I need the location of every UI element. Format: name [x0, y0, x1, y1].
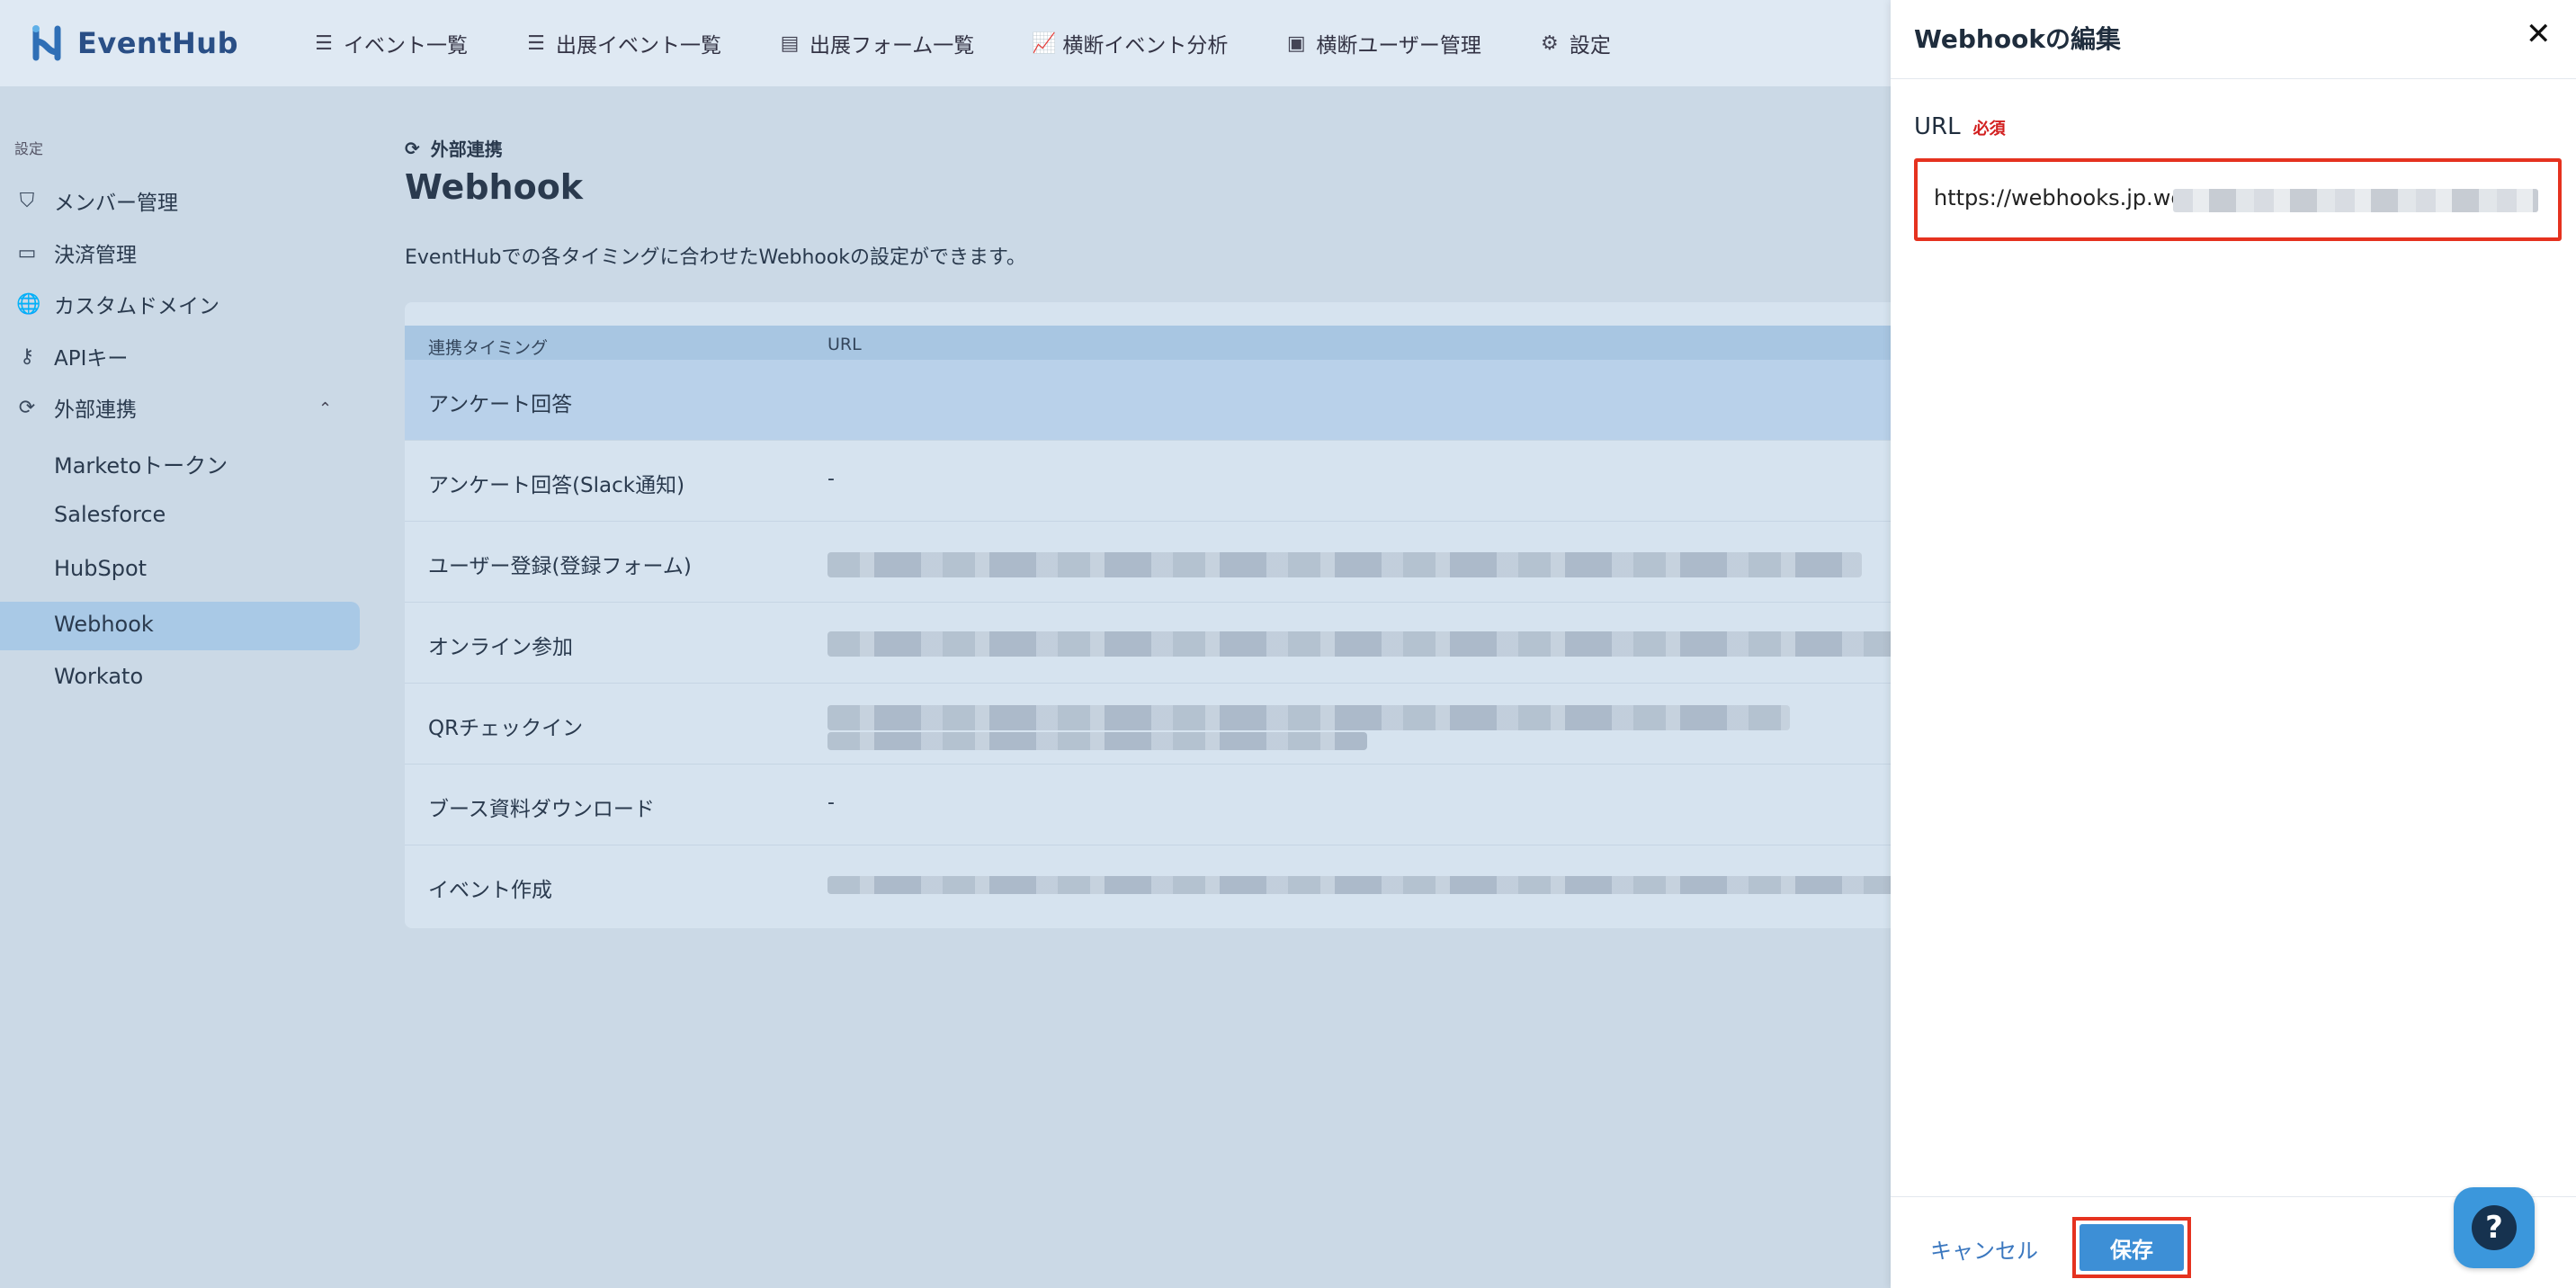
nav-label: 出展フォーム一覧 [809, 34, 975, 58]
redacted-url [827, 732, 1367, 750]
sidebar-item-custom-domain[interactable]: 🌐 カスタムドメイン [16, 289, 219, 319]
save-button[interactable]: 保存 [2080, 1224, 2184, 1271]
redacted-url [827, 705, 1790, 730]
nav-cross-event-analysis[interactable]: 📈 横断イベント分析 [1032, 28, 1228, 58]
question-icon: ? [2472, 1205, 2517, 1250]
globe-icon: 🌐 [16, 292, 41, 316]
nav-event-list[interactable]: ☰ イベント一覧 [313, 28, 468, 58]
column-header-timing: 連携タイミング [428, 338, 549, 358]
column-header-url: URL [827, 335, 862, 354]
url-input-value[interactable]: https://webhooks.jp.wc [1934, 185, 2183, 210]
page-description: EventHubでの各タイミングに合わせたWebhookの設定ができます。 [405, 246, 1026, 269]
url-label-text: URL [1914, 113, 1961, 140]
url-input-field[interactable]: https://webhooks.jp.wc [1914, 158, 2562, 241]
timing-cell: オンライン参加 [428, 636, 573, 659]
help-button[interactable]: ? [2454, 1187, 2535, 1268]
sidebar-item-members[interactable]: ⛉ メンバー管理 [16, 185, 178, 216]
drawer-header: Webhookの編集 ✕ [1891, 0, 2576, 79]
webhook-table: 連携タイミング URL アンケート回答 アンケート回答(Slack通知) - ユ… [405, 302, 1898, 928]
breadcrumb: ⟳ 外部連携 [405, 135, 503, 161]
gear-icon: ⚙ [1540, 31, 1559, 55]
timing-cell: アンケート回答(Slack通知) [428, 474, 685, 497]
chart-icon: 📈 [1032, 31, 1057, 55]
id-card-icon: ▣ [1286, 31, 1306, 55]
sidebar-item-label: 外部連携 [54, 398, 137, 422]
eventhub-logo-icon [32, 25, 61, 61]
table-row[interactable]: イベント作成 [405, 845, 1898, 926]
timing-cell: ユーザー登録(登録フォーム) [428, 555, 692, 578]
timing-cell: アンケート回答 [428, 393, 573, 416]
cancel-button[interactable]: キャンセル [1930, 1233, 2038, 1265]
sidebar-caption: 設定 [14, 140, 44, 157]
nav-exhibit-form-list[interactable]: ▤ 出展フォーム一覧 [779, 28, 975, 58]
key-icon: ⚷ [19, 344, 35, 368]
redacted-url [827, 876, 1898, 894]
app-name: EventHub [77, 26, 238, 60]
sidebar-subitem-salesforce[interactable]: Salesforce [54, 502, 165, 527]
sync-icon: ⟳ [405, 137, 420, 159]
sidebar-subitem-hubspot[interactable]: HubSpot [54, 556, 147, 581]
url-cell: - [827, 468, 835, 490]
eventhub-logo[interactable]: EventHub [27, 14, 238, 72]
required-badge: 必須 [1972, 120, 2006, 139]
table-row[interactable]: アンケート回答 [405, 360, 1898, 441]
table-row[interactable]: アンケート回答(Slack通知) - [405, 441, 1898, 522]
nav-exhibit-event-list[interactable]: ☰ 出展イベント一覧 [525, 28, 721, 58]
main-nav: ☰ イベント一覧 ☰ 出展イベント一覧 ▤ 出展フォーム一覧 📈 横断イベント分… [313, 0, 1668, 86]
table-row[interactable]: オンライン参加 [405, 603, 1898, 684]
sidebar-item-api-key[interactable]: ⚷ APIキー [16, 341, 128, 371]
nav-cross-user-management[interactable]: ▣ 横断ユーザー管理 [1285, 28, 1481, 58]
timing-cell: QRチェックイン [428, 717, 584, 740]
redacted-url [827, 552, 1862, 577]
save-button-highlight: 保存 [2072, 1217, 2191, 1278]
sidebar-subitem-webhook[interactable]: Webhook [54, 612, 154, 637]
sync-icon: ⟳ [18, 396, 36, 419]
nav-label: 横断イベント分析 [1062, 34, 1229, 58]
timing-cell: ブース資料ダウンロード [428, 798, 655, 821]
webhook-edit-drawer: Webhookの編集 ✕ URL 必須 https://webhooks.jp.… [1891, 0, 2576, 1288]
sidebar-item-label: カスタムドメイン [54, 295, 219, 318]
chevron-up-icon[interactable]: ⌃ [318, 399, 332, 418]
url-field-label: URL 必須 [1914, 113, 2006, 140]
list-icon: ☰ [315, 31, 333, 55]
shield-icon: ⛉ [19, 189, 35, 212]
timing-cell: イベント作成 [428, 879, 552, 902]
table-row[interactable]: QRチェックイン [405, 684, 1898, 765]
close-icon[interactable]: ✕ [2526, 16, 2552, 52]
breadcrumb-label: 外部連携 [430, 139, 503, 160]
sidebar-item-label: APIキー [54, 347, 129, 371]
sidebar-subitem-marketo[interactable]: Marketoトークン [54, 448, 228, 479]
redacted-url [827, 631, 1898, 657]
sidebar-item-payment[interactable]: ▭ 決済管理 [16, 237, 137, 268]
nav-settings[interactable]: ⚙ 設定 [1539, 28, 1611, 58]
nav-label: 設定 [1569, 34, 1611, 58]
nav-label: 出展イベント一覧 [556, 34, 721, 58]
sidebar-item-integrations[interactable]: ⟳ 外部連携 [16, 392, 137, 423]
table-row[interactable]: ブース資料ダウンロード - [405, 765, 1898, 845]
page-title: Webhook [405, 167, 584, 207]
drawer-title: Webhookの編集 [1914, 24, 2121, 54]
list-icon: ☰ [527, 31, 545, 55]
sidebar-item-label: 決済管理 [54, 244, 137, 267]
sidebar-subitem-workato[interactable]: Workato [54, 664, 143, 689]
table-header: 連携タイミング URL [405, 326, 1898, 360]
nav-label: 横断ユーザー管理 [1316, 34, 1481, 58]
sidebar-item-label: メンバー管理 [54, 192, 178, 215]
redacted-url-part [2173, 189, 2538, 212]
url-cell: - [827, 792, 835, 814]
card-icon: ▭ [17, 241, 37, 264]
settings-sidebar: 設定 ⛉ メンバー管理 ▭ 決済管理 🌐 カスタムドメイン ⚷ APIキー ⟳ … [0, 86, 369, 1288]
table-row[interactable]: ユーザー登録(登録フォーム) [405, 522, 1898, 603]
nav-label: イベント一覧 [344, 34, 468, 58]
form-icon: ▤ [780, 31, 800, 55]
